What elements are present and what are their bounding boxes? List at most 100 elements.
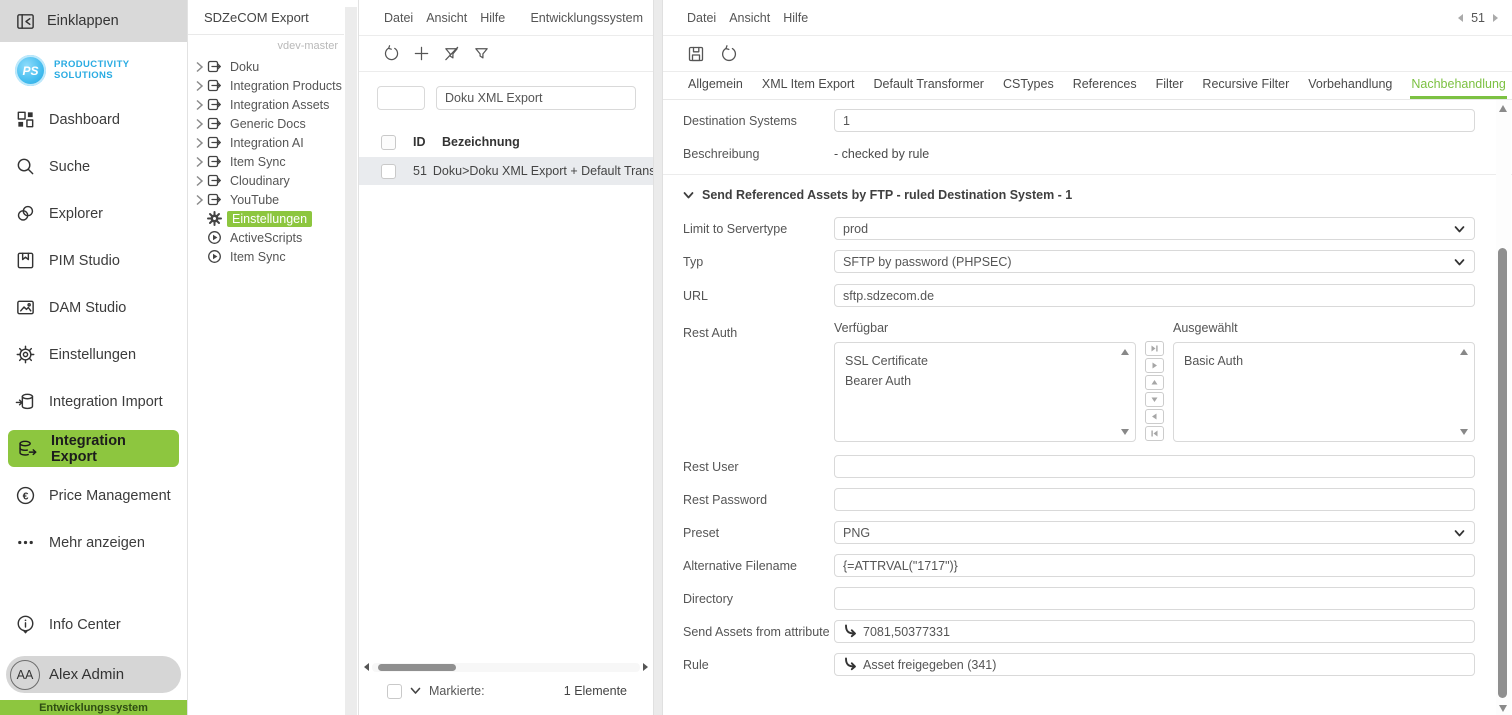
table-row[interactable]: 51 Doku>Doku XML Export + Default Transf… xyxy=(359,157,692,185)
vertical-scrollbar[interactable] xyxy=(1496,100,1511,715)
move-up-button[interactable] xyxy=(1145,375,1164,390)
chevron-right-icon[interactable] xyxy=(195,194,204,206)
menu-hilfe[interactable]: Hilfe xyxy=(480,11,505,25)
tab-allgemein[interactable]: Allgemein xyxy=(687,72,744,99)
sidebar-item-explorer[interactable]: Explorer xyxy=(0,190,187,237)
sidebar-item-info-center[interactable]: Info Center xyxy=(0,601,187,648)
scroll-down-arrow-icon[interactable] xyxy=(1499,705,1507,712)
menu-datei[interactable]: Datei xyxy=(384,11,413,25)
move-right-button[interactable] xyxy=(1145,358,1164,373)
menu-ansicht[interactable]: Ansicht xyxy=(729,11,770,25)
tree-item-activescripts[interactable]: ActiveScripts xyxy=(195,228,358,247)
tree-item-item-sync[interactable]: Item Sync xyxy=(195,152,358,171)
sidebar-item-dashboard[interactable]: Dashboard xyxy=(0,96,187,143)
select-all-checkbox[interactable] xyxy=(381,134,396,150)
scroll-up-icon[interactable] xyxy=(1460,349,1468,355)
move-all-left-button[interactable] xyxy=(1145,426,1164,441)
marked-checkbox[interactable] xyxy=(387,683,402,699)
menu-datei[interactable]: Datei xyxy=(687,11,716,25)
rest-user-input[interactable] xyxy=(834,455,1475,478)
filter-button[interactable] xyxy=(473,45,490,62)
chevron-right-icon[interactable] xyxy=(195,137,204,149)
tree-item-cloudinary[interactable]: Cloudinary xyxy=(195,171,358,190)
clear-filter-button[interactable] xyxy=(443,45,460,62)
rule-input[interactable] xyxy=(834,653,1475,676)
tree-item-generic-docs[interactable]: Generic Docs xyxy=(195,114,358,133)
refresh-button[interactable] xyxy=(720,44,738,63)
tree-item-integration-ai[interactable]: Integration AI xyxy=(195,133,358,152)
chevron-right-icon[interactable] xyxy=(195,80,204,92)
preset-select[interactable]: PNG xyxy=(834,521,1475,544)
list-item[interactable]: Bearer Auth xyxy=(845,371,1115,391)
directory-input[interactable] xyxy=(834,587,1475,610)
list-item[interactable]: SSL Certificate xyxy=(845,351,1115,371)
section-header-send-referenced-assets[interactable]: Send Referenced Assets by FTP - ruled De… xyxy=(683,188,1475,202)
tab-vorbehandlung[interactable]: Vorbehandlung xyxy=(1307,72,1393,99)
destination-systems-input[interactable] xyxy=(834,109,1475,132)
tab-cstypes[interactable]: CSTypes xyxy=(1002,72,1055,99)
horizontal-scrollbar[interactable] xyxy=(359,659,653,675)
tab-nachbehandlung[interactable]: Nachbehandlung xyxy=(1410,72,1507,99)
scroll-down-icon[interactable] xyxy=(1460,429,1468,435)
row-checkbox[interactable] xyxy=(381,163,396,179)
menu-hilfe[interactable]: Hilfe xyxy=(783,11,808,25)
url-input[interactable] xyxy=(834,284,1475,307)
move-left-button[interactable] xyxy=(1145,409,1164,424)
sidebar-item-price-management[interactable]: € Price Management xyxy=(0,472,187,519)
save-button[interactable] xyxy=(687,45,705,63)
tree-scrollbar-track[interactable] xyxy=(345,7,357,715)
sidebar-item-dam-studio[interactable]: DAM Studio xyxy=(0,284,187,331)
chevron-right-icon[interactable] xyxy=(195,99,204,111)
tab-default-transformer[interactable]: Default Transformer xyxy=(873,72,985,99)
tree-item-doku[interactable]: Doku xyxy=(195,57,358,76)
rest-password-input[interactable] xyxy=(834,488,1475,511)
selected-listbox[interactable]: Basic Auth xyxy=(1173,342,1475,442)
tab-references[interactable]: References xyxy=(1072,72,1138,99)
tree-item-integration-products[interactable]: Integration Products xyxy=(195,76,358,95)
scroll-right-arrow-icon[interactable] xyxy=(643,663,648,671)
user-menu[interactable]: AA Alex Admin xyxy=(6,656,181,693)
tab-filter[interactable]: Filter xyxy=(1155,72,1185,99)
chevron-right-icon[interactable] xyxy=(195,61,204,73)
sidebar-item-integration-export[interactable]: Integration Export xyxy=(8,430,179,467)
scroll-up-icon[interactable] xyxy=(1121,349,1129,355)
move-all-right-button[interactable] xyxy=(1145,341,1164,356)
scrollbar-thumb[interactable] xyxy=(378,663,456,671)
limit-servertype-select[interactable]: prod xyxy=(834,217,1475,240)
id-filter-input[interactable] xyxy=(377,86,425,110)
send-assets-input[interactable] xyxy=(834,620,1475,643)
sidebar-item-mehr-anzeigen[interactable]: Mehr anzeigen xyxy=(0,519,187,566)
scroll-down-icon[interactable] xyxy=(1121,429,1129,435)
scroll-left-arrow-icon[interactable] xyxy=(364,663,369,671)
scrollbar-thumb[interactable] xyxy=(1498,248,1507,698)
menu-ansicht[interactable]: Ansicht xyxy=(426,11,467,25)
column-header-id[interactable]: ID xyxy=(413,135,436,149)
tab-recursive-filter[interactable]: Recursive Filter xyxy=(1201,72,1290,99)
chevron-right-icon[interactable] xyxy=(195,175,204,187)
sidebar-item-einstellungen[interactable]: Einstellungen xyxy=(0,331,187,378)
list-item[interactable]: Basic Auth xyxy=(1184,351,1454,371)
sidebar-item-integration-import[interactable]: Integration Import xyxy=(0,378,187,425)
available-listbox[interactable]: SSL Certificate Bearer Auth xyxy=(834,342,1136,442)
search-input[interactable] xyxy=(436,86,636,110)
collapse-sidebar-button[interactable]: Einklappen xyxy=(0,0,187,42)
panel-divider[interactable] xyxy=(653,0,663,715)
chevron-right-icon[interactable] xyxy=(195,156,204,168)
tree-item-youtube[interactable]: YouTube xyxy=(195,190,358,209)
tree-item-item-sync-script[interactable]: Item Sync xyxy=(195,247,358,266)
tree-item-integration-assets[interactable]: Integration Assets xyxy=(195,95,358,114)
tab-xml-item-export[interactable]: XML Item Export xyxy=(761,72,856,99)
move-down-button[interactable] xyxy=(1145,392,1164,407)
tree-item-einstellungen[interactable]: Einstellungen xyxy=(195,209,358,228)
sidebar-item-pim-studio[interactable]: PIM Studio xyxy=(0,237,187,284)
column-header-bezeichnung[interactable]: Bezeichnung xyxy=(442,135,520,149)
add-button[interactable] xyxy=(413,45,430,62)
typ-select[interactable]: SFTP by password (PHPSEC) xyxy=(834,250,1475,273)
sidebar-item-suche[interactable]: Suche xyxy=(0,143,187,190)
pager-next-icon[interactable] xyxy=(1493,13,1498,22)
chevron-right-icon[interactable] xyxy=(195,118,204,130)
scroll-up-arrow-icon[interactable] xyxy=(1499,105,1507,112)
chevron-down-icon[interactable] xyxy=(410,684,421,698)
refresh-button[interactable] xyxy=(383,45,400,62)
pager-prev-icon[interactable] xyxy=(1458,13,1464,22)
